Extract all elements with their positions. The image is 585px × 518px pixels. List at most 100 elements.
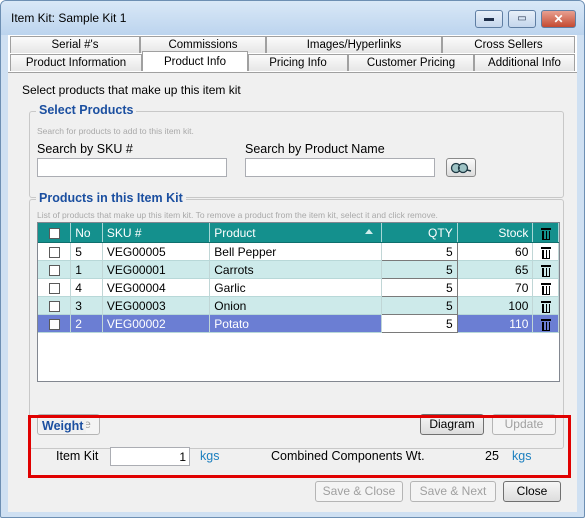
column-header-qty[interactable]: QTY [381,223,458,243]
row-sku: VEG00001 [102,260,211,279]
row-qty-input[interactable]: 5 [381,314,458,333]
row-no: 3 [70,296,103,315]
product-name-search-label: Search by Product Name [245,142,385,156]
column-header-sku[interactable]: SKU # [102,223,211,243]
item-kit-window: Item Kit: Sample Kit 1 ▬ ▭ ✕ Serial #'s … [0,0,585,518]
row-stock: 60 [457,242,534,261]
delete-row-icon[interactable] [540,246,551,259]
column-header-product-label: Product [214,225,256,240]
kit-products-grid: No SKU # Product QTY Stock 5 VEG00005 Bell… [37,222,560,382]
trash-icon [540,227,551,240]
tab-row-back: Serial #'s Commissions Images/Hyperlinks… [8,36,577,53]
table-header-row: No SKU # Product QTY Stock [38,223,559,243]
table-row[interactable]: 5 VEG00005 Bell Pepper 5 60 [38,242,559,261]
row-product: Garlic [209,278,383,297]
row-qty-input[interactable]: 5 [381,296,458,315]
row-select-cell [38,296,72,315]
row-checkbox[interactable] [48,300,60,312]
select-all-header[interactable] [38,223,72,243]
row-checkbox[interactable] [48,246,60,258]
table-row[interactable]: 3 VEG00003 Onion 5 100 [38,296,559,315]
select-products-subtitle: Search for products to add to this item … [37,126,194,136]
row-stock: 65 [457,260,534,279]
row-delete-cell [532,242,559,261]
kit-products-rows: 5 VEG00005 Bell Pepper 5 60 1 VEG00001 Carrots 5… [38,242,559,333]
row-product: Potato [209,314,383,333]
products-in-kit-group: Products in this Item Kit List of produc… [29,191,564,449]
tab-cross-sellers[interactable]: Cross Sellers [442,36,575,53]
row-no: 1 [70,260,103,279]
products-in-kit-legend: Products in this Item Kit [36,191,186,205]
row-qty-input[interactable]: 5 [381,242,458,261]
panel-hint: Select products that make up this item k… [22,83,241,97]
minimize-button[interactable]: ▬ [475,10,503,28]
delete-row-icon[interactable] [540,282,551,295]
title-bar[interactable]: Item Kit: Sample Kit 1 ▬ ▭ ✕ [1,1,584,35]
table-row[interactable]: 4 VEG00004 Garlic 5 70 [38,278,559,297]
sort-ascending-icon [365,229,374,234]
row-select-cell [38,314,72,333]
row-stock: 100 [457,296,534,315]
row-no: 2 [70,314,103,333]
window-title: Item Kit: Sample Kit 1 [11,11,127,25]
row-checkbox[interactable] [48,318,60,330]
select-all-checkbox[interactable] [48,227,60,239]
row-select-cell [38,242,72,261]
row-checkbox[interactable] [48,264,60,276]
weight-highlight-box [28,415,571,478]
tab-row-front: Product Information Product Info Pricing… [8,51,577,71]
products-in-kit-subtitle: List of products that make up this item … [37,210,438,220]
row-delete-cell [532,278,559,297]
row-delete-cell [532,260,559,279]
save-and-close-button[interactable]: Save & Close [315,481,403,502]
search-button[interactable] [446,158,476,177]
row-stock: 110 [457,314,534,333]
row-product: Onion [209,296,383,315]
save-and-next-button[interactable]: Save & Next [410,481,496,502]
dialog-client-area: Serial #'s Commissions Images/Hyperlinks… [8,35,577,512]
row-delete-cell [532,314,559,333]
tab-pricing-info[interactable]: Pricing Info [248,54,348,71]
row-sku: VEG00004 [102,278,211,297]
row-product: Bell Pepper [209,242,383,261]
row-delete-cell [532,296,559,315]
column-header-product[interactable]: Product [209,223,383,243]
kit-products-table: No SKU # Product QTY Stock 5 VEG00005 Bell… [38,223,559,333]
maximize-button[interactable]: ▭ [508,10,536,28]
binoculars-icon [450,162,472,174]
delete-row-icon[interactable] [540,318,551,331]
sku-search-label: Search by SKU # [37,142,133,156]
tab-product-info[interactable]: Product Info [142,51,248,71]
select-products-group: Select Products Search for products to a… [29,103,564,198]
row-no: 5 [70,242,103,261]
select-products-legend: Select Products [36,103,137,117]
row-select-cell [38,260,72,279]
delete-row-icon[interactable] [540,300,551,313]
sku-search-input[interactable] [37,158,227,177]
tab-images-hyperlinks[interactable]: Images/Hyperlinks [266,36,442,53]
product-name-search-input[interactable] [245,158,435,177]
column-header-no[interactable]: No [70,223,103,243]
row-select-cell [38,278,72,297]
close-window-button[interactable]: ✕ [541,10,576,28]
column-header-stock[interactable]: Stock [457,223,534,243]
tab-serial-numbers[interactable]: Serial #'s [10,36,140,53]
column-header-delete [532,223,559,243]
table-row[interactable]: 1 VEG00001 Carrots 5 65 [38,260,559,279]
row-sku: VEG00005 [102,242,211,261]
row-qty-input[interactable]: 5 [381,260,458,279]
row-product: Carrots [209,260,383,279]
row-checkbox[interactable] [48,282,60,294]
close-button[interactable]: Close [503,481,561,502]
row-sku: VEG00002 [102,314,211,333]
tab-product-information[interactable]: Product Information [10,54,142,71]
tab-additional-info[interactable]: Additional Info [474,54,575,71]
row-sku: VEG00003 [102,296,211,315]
table-row[interactable]: 2 VEG00002 Potato 5 110 [38,314,559,333]
row-qty-input[interactable]: 5 [381,278,458,297]
row-no: 4 [70,278,103,297]
tab-customer-pricing[interactable]: Customer Pricing [348,54,474,71]
product-info-panel: Select products that make up this item k… [8,72,577,512]
delete-row-icon[interactable] [540,264,551,277]
row-stock: 70 [457,278,534,297]
